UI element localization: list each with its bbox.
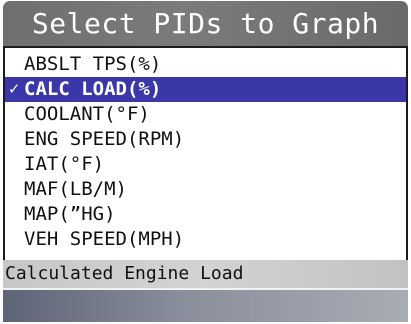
pid-item-calc-load[interactable]: ✓ CALC LOAD(%) — [5, 77, 406, 102]
pid-label: MAF(LB/M) — [24, 178, 127, 200]
pid-label: ENG SPEED(RPM) — [24, 128, 185, 150]
pid-item-eng-speed[interactable]: ENG SPEED(RPM) — [5, 127, 406, 152]
pid-item-iat[interactable]: IAT(°F) — [5, 152, 406, 177]
pid-description: Calculated Engine Load — [3, 260, 408, 288]
pid-list: ABSLT TPS(%) ✓ CALC LOAD(%) COOLANT(°F) … — [5, 52, 406, 252]
pid-label: ABSLT TPS(%) — [24, 53, 162, 75]
scan-tool-screen: Select PIDs to Graph ABSLT TPS(%) ✓ CALC… — [0, 0, 411, 324]
pid-item-maf[interactable]: MAF(LB/M) — [5, 177, 406, 202]
check-icon: ✓ — [9, 79, 20, 99]
bottom-bar — [3, 288, 408, 322]
pid-item-abslt-tps[interactable]: ABSLT TPS(%) — [5, 52, 406, 77]
pid-label: IAT(°F) — [24, 153, 105, 175]
pid-label: CALC LOAD(%) — [24, 78, 162, 100]
pid-label: VEH SPEED(MPH) — [24, 228, 185, 250]
pid-label: MAP(”HG) — [24, 203, 116, 225]
pid-item-coolant[interactable]: COOLANT(°F) — [5, 102, 406, 127]
pid-item-veh-speed[interactable]: VEH SPEED(MPH) — [5, 227, 406, 252]
pid-item-map[interactable]: MAP(”HG) — [5, 202, 406, 227]
screen-title: Select PIDs to Graph — [3, 1, 408, 46]
pid-label: COOLANT(°F) — [24, 103, 150, 125]
pid-list-frame: ABSLT TPS(%) ✓ CALC LOAD(%) COOLANT(°F) … — [3, 46, 408, 262]
